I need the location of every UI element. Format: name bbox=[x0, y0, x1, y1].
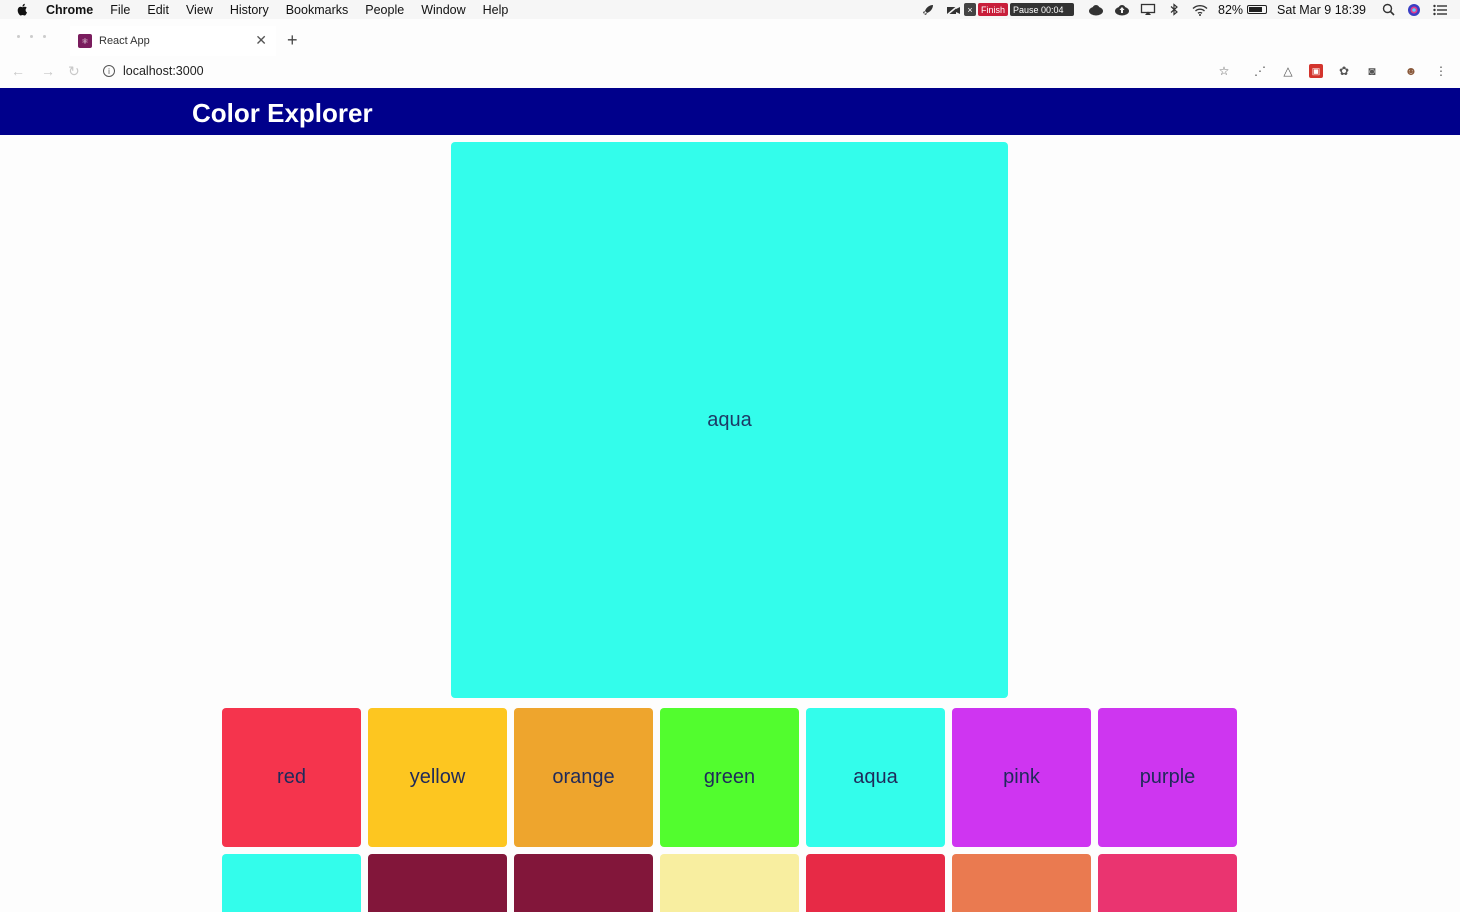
tab-strip: ⚛ React App ✕ + bbox=[0, 19, 1460, 56]
swatch-label: yellow bbox=[409, 766, 466, 788]
menu-window[interactable]: Window bbox=[421, 3, 465, 17]
browser-tab[interactable]: ⚛ React App ✕ bbox=[70, 26, 276, 56]
selected-color-preview: aqua bbox=[451, 142, 1008, 698]
address-bar[interactable]: localhost:3000 bbox=[123, 64, 204, 78]
new-tab-button[interactable]: + bbox=[287, 30, 298, 51]
battery-percent: 82% bbox=[1218, 2, 1244, 17]
menu-history[interactable]: History bbox=[230, 3, 269, 17]
app-header: Color Explorer bbox=[0, 88, 1460, 135]
forward-arrow-icon[interactable]: → bbox=[41, 63, 55, 79]
spotlight-search-icon[interactable] bbox=[1380, 3, 1396, 17]
pause-timer-button[interactable]: Pause 00:04 bbox=[1010, 3, 1075, 16]
airplay-icon[interactable] bbox=[1140, 3, 1156, 17]
swatch-orange[interactable]: orange bbox=[514, 708, 653, 847]
swatch-row2-3[interactable] bbox=[514, 854, 653, 912]
site-info-icon[interactable]: i bbox=[103, 65, 115, 77]
swatch-row2-7[interactable] bbox=[1098, 854, 1237, 912]
react-favicon-icon: ⚛ bbox=[78, 34, 92, 48]
menu-chrome[interactable]: Chrome bbox=[46, 3, 93, 17]
apple-icon[interactable] bbox=[17, 3, 31, 16]
swatch-row2-2[interactable] bbox=[368, 854, 507, 912]
swatch-row2-1[interactable] bbox=[222, 854, 361, 912]
swatch-row2-4[interactable] bbox=[660, 854, 799, 912]
battery-icon bbox=[1247, 5, 1268, 14]
chrome-menu-icon[interactable]: ⋮ bbox=[1434, 64, 1448, 78]
extension-red-icon[interactable]: ▣ bbox=[1309, 64, 1323, 78]
siri-icon[interactable] bbox=[1406, 3, 1422, 17]
swatch-label: orange bbox=[552, 766, 615, 788]
menu-file[interactable]: File bbox=[110, 3, 130, 17]
extension-bug-icon[interactable]: ✿ bbox=[1337, 64, 1351, 78]
menu-help[interactable]: Help bbox=[483, 3, 509, 17]
swatch-label: red bbox=[277, 766, 306, 788]
swatch-yellow[interactable]: yellow bbox=[368, 708, 507, 847]
swatch-row2-5[interactable] bbox=[806, 854, 945, 912]
swatch-green[interactable]: green bbox=[660, 708, 799, 847]
extension-dots-icon[interactable]: ⋰ bbox=[1253, 64, 1267, 78]
cloud-upload-icon[interactable] bbox=[1114, 3, 1130, 17]
video-off-icon[interactable] bbox=[946, 3, 962, 17]
back-arrow-icon[interactable]: ← bbox=[11, 63, 25, 79]
swatch-label: green bbox=[703, 766, 756, 788]
swatch-row2-6[interactable] bbox=[952, 854, 1091, 912]
profile-avatar-icon[interactable]: ☻ bbox=[1404, 64, 1418, 78]
battery-status[interactable]: 82% bbox=[1218, 2, 1268, 17]
wifi-icon[interactable] bbox=[1192, 3, 1208, 17]
bluetooth-icon[interactable] bbox=[1166, 3, 1182, 17]
swatch-pink[interactable]: pink bbox=[952, 708, 1091, 847]
swatch-purple[interactable]: purple bbox=[1098, 708, 1237, 847]
rocket-icon[interactable] bbox=[920, 3, 936, 17]
menu-edit[interactable]: Edit bbox=[147, 3, 169, 17]
creative-cloud-icon[interactable] bbox=[1088, 3, 1104, 17]
window-controls[interactable] bbox=[17, 35, 46, 38]
menu-people[interactable]: People bbox=[365, 3, 404, 17]
browser-toolbar: ← → ↻ i localhost:3000 ☆ ⋰ △ ▣ ✿ ◙ ☻ ⋮ bbox=[0, 56, 1460, 88]
tab-title: React App bbox=[99, 35, 150, 47]
swatch-aqua[interactable]: aqua bbox=[806, 708, 945, 847]
selected-color-name: aqua bbox=[707, 408, 752, 431]
extension-drive-icon[interactable]: △ bbox=[1281, 64, 1295, 78]
swatch-label: aqua bbox=[853, 766, 898, 788]
menu-bookmarks[interactable]: Bookmarks bbox=[286, 3, 349, 17]
page-title: Color Explorer bbox=[192, 98, 373, 128]
close-tab-icon[interactable]: ✕ bbox=[255, 32, 267, 49]
swatch-red[interactable]: red bbox=[222, 708, 361, 847]
bookmark-star-icon[interactable]: ☆ bbox=[1217, 64, 1231, 78]
extension-camera-icon[interactable]: ◙ bbox=[1365, 64, 1379, 78]
menu-bar: Chrome File Edit View History Bookmarks … bbox=[0, 0, 1460, 19]
battery-fill bbox=[1249, 7, 1263, 12]
finish-button[interactable]: Finish bbox=[978, 3, 1009, 16]
reload-icon[interactable]: ↻ bbox=[68, 63, 80, 80]
close-timer-icon[interactable]: × bbox=[964, 3, 976, 16]
swatch-label: pink bbox=[1003, 766, 1040, 788]
notification-center-icon[interactable] bbox=[1432, 3, 1448, 17]
swatch-label: purple bbox=[1139, 766, 1196, 788]
clock[interactable]: Sat Mar 9 18:39 bbox=[1277, 3, 1366, 17]
menu-view[interactable]: View bbox=[186, 3, 213, 17]
